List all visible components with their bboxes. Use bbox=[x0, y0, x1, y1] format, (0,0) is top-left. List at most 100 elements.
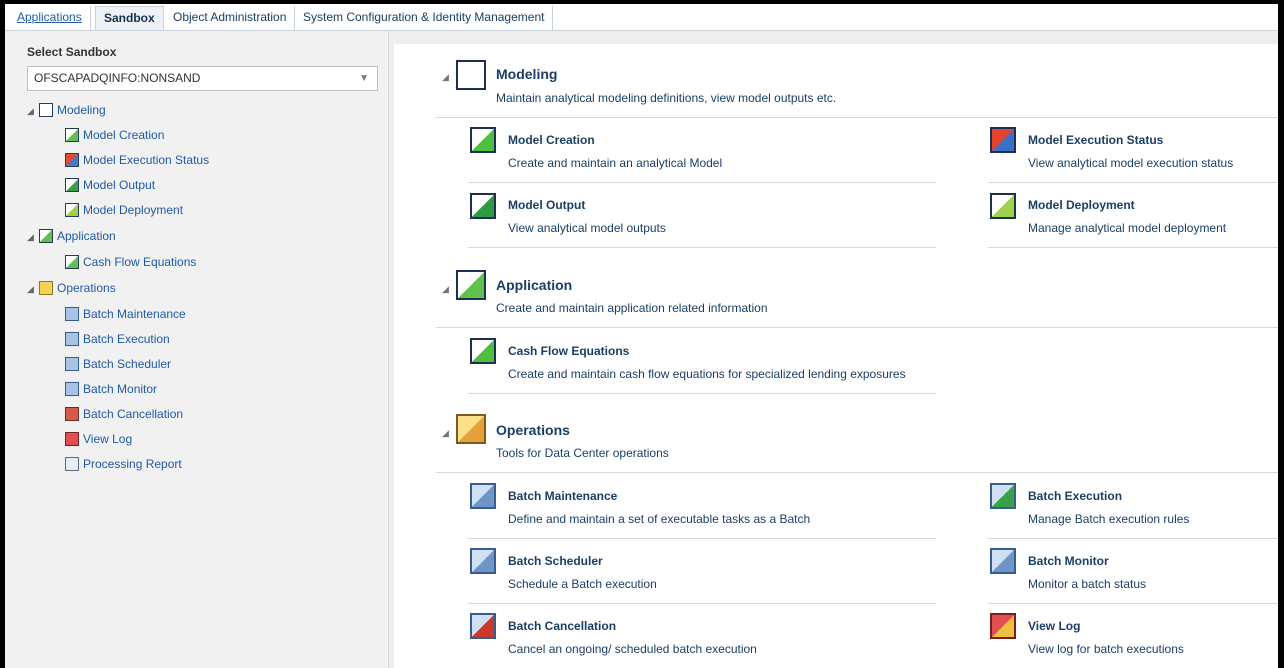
item-title-batch-cancellation[interactable]: Batch Cancellation bbox=[508, 619, 616, 633]
batch-execution-icon bbox=[65, 332, 79, 346]
section-desc-operations: Tools for Data Center operations bbox=[496, 446, 669, 460]
cash-flow-equations-icon bbox=[65, 255, 79, 269]
modeling-icon bbox=[39, 103, 53, 117]
item-divider bbox=[988, 247, 1278, 248]
item-divider bbox=[988, 603, 1278, 604]
item-desc-model-output: View analytical model outputs bbox=[508, 221, 666, 235]
application-section-icon bbox=[456, 270, 486, 300]
item-divider bbox=[468, 538, 936, 539]
item-desc-model-deployment: Manage analytical model deployment bbox=[1028, 221, 1227, 235]
tree-item-batch-scheduler[interactable]: Batch Scheduler bbox=[65, 354, 171, 374]
tree-item-model-creation[interactable]: Model Creation bbox=[65, 125, 164, 145]
tree-item-batch-maintenance[interactable]: Batch Maintenance bbox=[65, 304, 186, 324]
batch-monitor-icon bbox=[65, 382, 79, 396]
item-desc-batch-maintenance: Define and maintain a set of executable … bbox=[508, 512, 811, 526]
tab-applications[interactable]: Applications bbox=[9, 6, 91, 30]
collapse-triangle-icon[interactable]: ◢ bbox=[27, 101, 39, 121]
batch-scheduler-icon bbox=[65, 357, 79, 371]
batch-maintenance-icon bbox=[65, 307, 79, 321]
item-divider bbox=[468, 247, 936, 248]
tab-system-configuration[interactable]: System Configuration & Identity Manageme… bbox=[295, 6, 554, 30]
select-sandbox-label: Select Sandbox bbox=[27, 45, 117, 59]
collapse-triangle-icon[interactable]: ◢ bbox=[27, 227, 39, 247]
batch-maintenance-icon[interactable] bbox=[470, 483, 496, 509]
tree-item-processing-report[interactable]: Processing Report bbox=[65, 454, 182, 474]
model-execution-status-icon bbox=[65, 153, 79, 167]
batch-cancellation-icon[interactable] bbox=[470, 613, 496, 639]
sandbox-select-value: OFSCAPADQINFO:NONSAND bbox=[34, 71, 201, 85]
tree-item-model-deployment[interactable]: Model Deployment bbox=[65, 200, 183, 220]
model-output-icon bbox=[65, 178, 79, 192]
section-desc-modeling: Maintain analytical modeling definitions… bbox=[496, 91, 837, 105]
section-title-modeling[interactable]: Modeling bbox=[496, 66, 557, 82]
tree-item-batch-cancellation[interactable]: Batch Cancellation bbox=[65, 404, 183, 424]
batch-scheduler-icon[interactable] bbox=[470, 548, 496, 574]
tree-item-view-log[interactable]: View Log bbox=[65, 429, 132, 449]
item-title-batch-scheduler[interactable]: Batch Scheduler bbox=[508, 554, 603, 568]
tab-sandbox[interactable]: Sandbox bbox=[95, 6, 164, 30]
item-title-model-execution-status[interactable]: Model Execution Status bbox=[1028, 133, 1163, 147]
model-creation-icon[interactable] bbox=[470, 127, 496, 153]
modeling-section-icon bbox=[456, 60, 486, 90]
section-divider bbox=[436, 117, 1278, 118]
application-icon bbox=[39, 229, 53, 243]
tree-item-batch-monitor[interactable]: Batch Monitor bbox=[65, 379, 157, 399]
item-title-batch-execution[interactable]: Batch Execution bbox=[1028, 489, 1122, 503]
chevron-down-icon[interactable]: ▼ bbox=[359, 67, 369, 90]
item-title-batch-maintenance[interactable]: Batch Maintenance bbox=[508, 489, 617, 503]
tree-node-operations[interactable]: ◢ Operations bbox=[27, 278, 116, 298]
model-output-icon[interactable] bbox=[470, 193, 496, 219]
batch-execution-icon[interactable] bbox=[990, 483, 1016, 509]
item-title-view-log[interactable]: View Log bbox=[1028, 619, 1080, 633]
cash-flow-equations-icon[interactable] bbox=[470, 338, 496, 364]
tree-item-cash-flow-equations[interactable]: Cash Flow Equations bbox=[65, 252, 196, 272]
model-creation-icon bbox=[65, 128, 79, 142]
section-title-operations[interactable]: Operations bbox=[496, 422, 570, 438]
tab-object-administration[interactable]: Object Administration bbox=[165, 6, 296, 30]
item-title-cash-flow-equations[interactable]: Cash Flow Equations bbox=[508, 344, 629, 358]
item-desc-model-creation: Create and maintain an analytical Model bbox=[508, 156, 723, 170]
tree-node-application[interactable]: ◢ Application bbox=[27, 226, 116, 246]
item-desc-cash-flow-equations: Create and maintain cash flow equations … bbox=[508, 367, 906, 381]
section-divider bbox=[436, 327, 1278, 328]
item-divider bbox=[468, 182, 936, 183]
sandbox-select[interactable]: OFSCAPADQINFO:NONSAND ▼ bbox=[27, 66, 378, 91]
section-divider bbox=[436, 472, 1278, 473]
item-divider bbox=[468, 393, 936, 394]
item-desc-batch-monitor: Monitor a batch status bbox=[1028, 577, 1147, 591]
batch-cancellation-icon bbox=[65, 407, 79, 421]
item-title-model-output[interactable]: Model Output bbox=[508, 198, 585, 212]
item-divider bbox=[988, 538, 1278, 539]
item-desc-batch-scheduler: Schedule a Batch execution bbox=[508, 577, 657, 591]
item-desc-batch-execution: Manage Batch execution rules bbox=[1028, 512, 1190, 526]
tree-node-modeling[interactable]: ◢ Modeling bbox=[27, 100, 106, 120]
item-title-batch-monitor[interactable]: Batch Monitor bbox=[1028, 554, 1109, 568]
tree-item-model-output[interactable]: Model Output bbox=[65, 175, 155, 195]
view-log-icon[interactable] bbox=[990, 613, 1016, 639]
section-title-application[interactable]: Application bbox=[496, 277, 572, 293]
item-desc-view-log: View log for batch executions bbox=[1028, 642, 1184, 656]
model-deployment-icon[interactable] bbox=[990, 193, 1016, 219]
collapse-triangle-icon[interactable]: ◢ bbox=[442, 428, 449, 439]
collapse-triangle-icon[interactable]: ◢ bbox=[442, 284, 449, 295]
collapse-triangle-icon[interactable]: ◢ bbox=[27, 279, 39, 299]
operations-icon bbox=[39, 281, 53, 295]
item-title-model-creation[interactable]: Model Creation bbox=[508, 133, 595, 147]
processing-report-icon bbox=[65, 457, 79, 471]
view-log-icon bbox=[65, 432, 79, 446]
item-desc-batch-cancellation: Cancel an ongoing/ scheduled batch execu… bbox=[508, 642, 757, 656]
top-tab-bar: Applications Sandbox Object Administrati… bbox=[5, 4, 1278, 31]
model-deployment-icon bbox=[65, 203, 79, 217]
operations-section-icon bbox=[456, 414, 486, 444]
tree-item-batch-execution[interactable]: Batch Execution bbox=[65, 329, 170, 349]
item-title-model-deployment[interactable]: Model Deployment bbox=[1028, 198, 1135, 212]
item-divider bbox=[988, 182, 1278, 183]
section-desc-application: Create and maintain application related … bbox=[496, 301, 768, 315]
model-execution-status-icon[interactable] bbox=[990, 127, 1016, 153]
item-desc-model-execution-status: View analytical model execution status bbox=[1028, 156, 1234, 170]
sandbox-navigation-panel: Select Sandbox OFSCAPADQINFO:NONSAND ▼ ◢… bbox=[5, 31, 389, 668]
tree-item-model-execution-status[interactable]: Model Execution Status bbox=[65, 150, 209, 170]
item-divider bbox=[468, 603, 936, 604]
batch-monitor-icon[interactable] bbox=[990, 548, 1016, 574]
collapse-triangle-icon[interactable]: ◢ bbox=[442, 72, 449, 83]
